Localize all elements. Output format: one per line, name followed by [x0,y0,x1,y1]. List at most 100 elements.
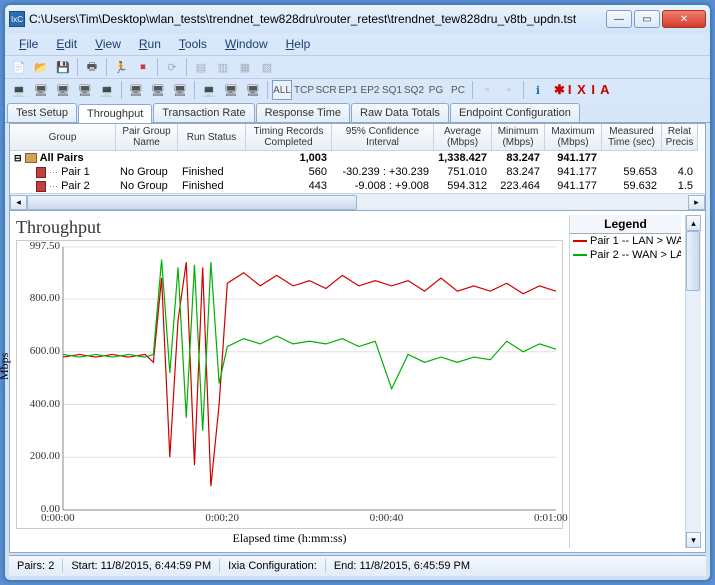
device-icon[interactable]: 🖥 [148,80,168,100]
tab-throughput[interactable]: Throughput [78,104,152,123]
col-min[interactable]: Minimum (Mbps) [492,124,545,151]
status-config: Ixia Configuration: [220,559,326,573]
info-icon[interactable]: ℹ [528,80,548,100]
legend-panel: Legend Pair 1 -- LAN > WA Pair 2 -- WAN … [569,215,681,548]
cell: 83.247 [506,166,540,178]
x-axis-label: Elapsed time (h:mm:ss) [16,529,563,552]
col-max[interactable]: Maximum (Mbps) [545,124,602,151]
filter-ep1[interactable]: EP1 [338,80,358,100]
tool-icon[interactable]: ▫ [499,80,519,100]
cell: 751.010 [447,166,487,178]
device-icon[interactable]: 💻 [199,80,219,100]
legend-item[interactable]: Pair 2 -- WAN > LA [570,248,681,262]
filter-scr[interactable]: SCR [316,80,336,100]
col-avg[interactable]: Average (Mbps) [434,124,492,151]
cell: 941.177 [557,180,597,192]
cell: No Group [120,166,168,178]
legend-item[interactable]: Pair 1 -- LAN > WA [570,234,681,248]
close-button[interactable]: ✕ [662,10,706,28]
col-prec[interactable]: Relat Precis [662,124,698,151]
tab-raw-data-totals[interactable]: Raw Data Totals [351,103,449,122]
cell: Finished [182,166,224,178]
filter-tcp[interactable]: TCP [294,80,314,100]
cell: 59.632 [623,180,657,192]
menu-view[interactable]: View [87,35,129,53]
device-icon[interactable]: 🖥 [75,80,95,100]
device-icon[interactable]: 💻 [9,80,29,100]
window-title: C:\Users\Tim\Desktop\wlan_tests\trendnet… [29,12,606,26]
minimize-button[interactable]: — [606,10,632,28]
menu-edit[interactable]: Edit [48,35,85,53]
cell: 443 [309,180,327,192]
scroll-left-icon[interactable]: ◂ [10,195,27,210]
table-row[interactable]: ⊟ All Pairs 1,003 1,338.427 83.247 941.1… [10,151,705,165]
chart-canvas[interactable]: Mbps 997.50800.00600.00400.00200.000.000… [16,240,563,529]
stop-icon[interactable]: ⏹ [133,57,153,77]
brand-logo: I X I A [554,82,611,98]
tab-test-setup[interactable]: Test Setup [7,103,77,122]
device-icon[interactable]: 🖥 [170,80,190,100]
cell: 941.177 [557,166,597,178]
filter-pg[interactable]: PG [426,80,446,100]
device-icon[interactable]: 🖥 [243,80,263,100]
filter-sq1[interactable]: SQ1 [382,80,402,100]
device-icon[interactable]: 💻 [97,80,117,100]
cell: 560 [309,166,327,178]
legend-scrollbar[interactable]: ▴ ▾ [685,215,701,548]
tool-icon[interactable]: ▫ [477,80,497,100]
cell: 1,338.427 [438,152,487,164]
col-pairgroup[interactable]: Pair Group Name [116,124,178,151]
new-icon[interactable]: 📄 [9,57,29,77]
device-icon[interactable]: 🖥 [221,80,241,100]
col-confidence[interactable]: 95% Confidence Interval [332,124,434,151]
scroll-right-icon[interactable]: ▸ [688,195,705,210]
col-runstatus[interactable]: Run Status [178,124,246,151]
cell: -9.008 : +9.008 [355,180,429,192]
app-icon: IxC [9,11,25,27]
maximize-button[interactable]: ▭ [634,10,660,28]
toolbar-main: 📄 📂 💾 🖶 🏃 ⏹ ⟳ ▤ ▥ ▦ ▧ [5,55,710,78]
scroll-thumb[interactable] [686,231,700,291]
cell: Finished [182,180,224,192]
menu-help[interactable]: Help [278,35,319,53]
titlebar[interactable]: IxC C:\Users\Tim\Desktop\wlan_tests\tren… [5,5,710,33]
device-icon[interactable]: 🖥 [126,80,146,100]
table-row[interactable]: ⋯ Pair 1 No Group Finished 560 -30.239 :… [10,165,705,179]
tool-icon[interactable]: ▧ [257,57,277,77]
col-time[interactable]: Measured Time (sec) [602,124,662,151]
cell: Pair 1 [61,166,90,178]
grid-scrollbar-horizontal[interactable]: ◂ ▸ [10,193,705,210]
col-timing[interactable]: Timing Records Completed [246,124,332,151]
scroll-thumb[interactable] [27,195,357,210]
scroll-down-icon[interactable]: ▾ [686,532,701,548]
run-icon[interactable]: 🏃 [111,57,131,77]
tool-icon[interactable]: ▥ [213,57,233,77]
scroll-up-icon[interactable]: ▴ [686,215,701,231]
filter-sq2[interactable]: SQ2 [404,80,424,100]
tab-transaction-rate[interactable]: Transaction Rate [153,103,254,122]
table-row[interactable]: ⋯ Pair 2 No Group Finished 443 -9.008 : … [10,179,705,193]
tab-endpoint-config[interactable]: Endpoint Configuration [450,103,580,122]
tool-icon[interactable]: ▤ [191,57,211,77]
menu-run[interactable]: Run [131,35,169,53]
cell: -30.239 : +30.239 [342,166,429,178]
menu-window[interactable]: Window [217,35,276,53]
tool-icon[interactable]: ⟳ [162,57,182,77]
status-start: Start: 11/8/2015, 6:44:59 PM [63,559,220,573]
menu-tools[interactable]: Tools [171,35,215,53]
tool-icon[interactable]: ▦ [235,57,255,77]
save-icon[interactable]: 💾 [53,57,73,77]
print-icon[interactable]: 🖶 [82,57,102,77]
open-icon[interactable]: 📂 [31,57,51,77]
filter-pc[interactable]: PC [448,80,468,100]
col-group[interactable]: Group [10,124,116,151]
filter-all[interactable]: ALL [272,80,292,100]
cell: 941.177 [557,152,597,164]
cell: 59.653 [623,166,657,178]
filter-ep2[interactable]: EP2 [360,80,380,100]
tab-response-time[interactable]: Response Time [256,103,350,122]
device-icon[interactable]: 🖥 [53,80,73,100]
menu-file[interactable]: File [11,35,46,53]
tabbar: Test Setup Throughput Transaction Rate R… [5,101,710,123]
device-icon[interactable]: 🖥 [31,80,51,100]
